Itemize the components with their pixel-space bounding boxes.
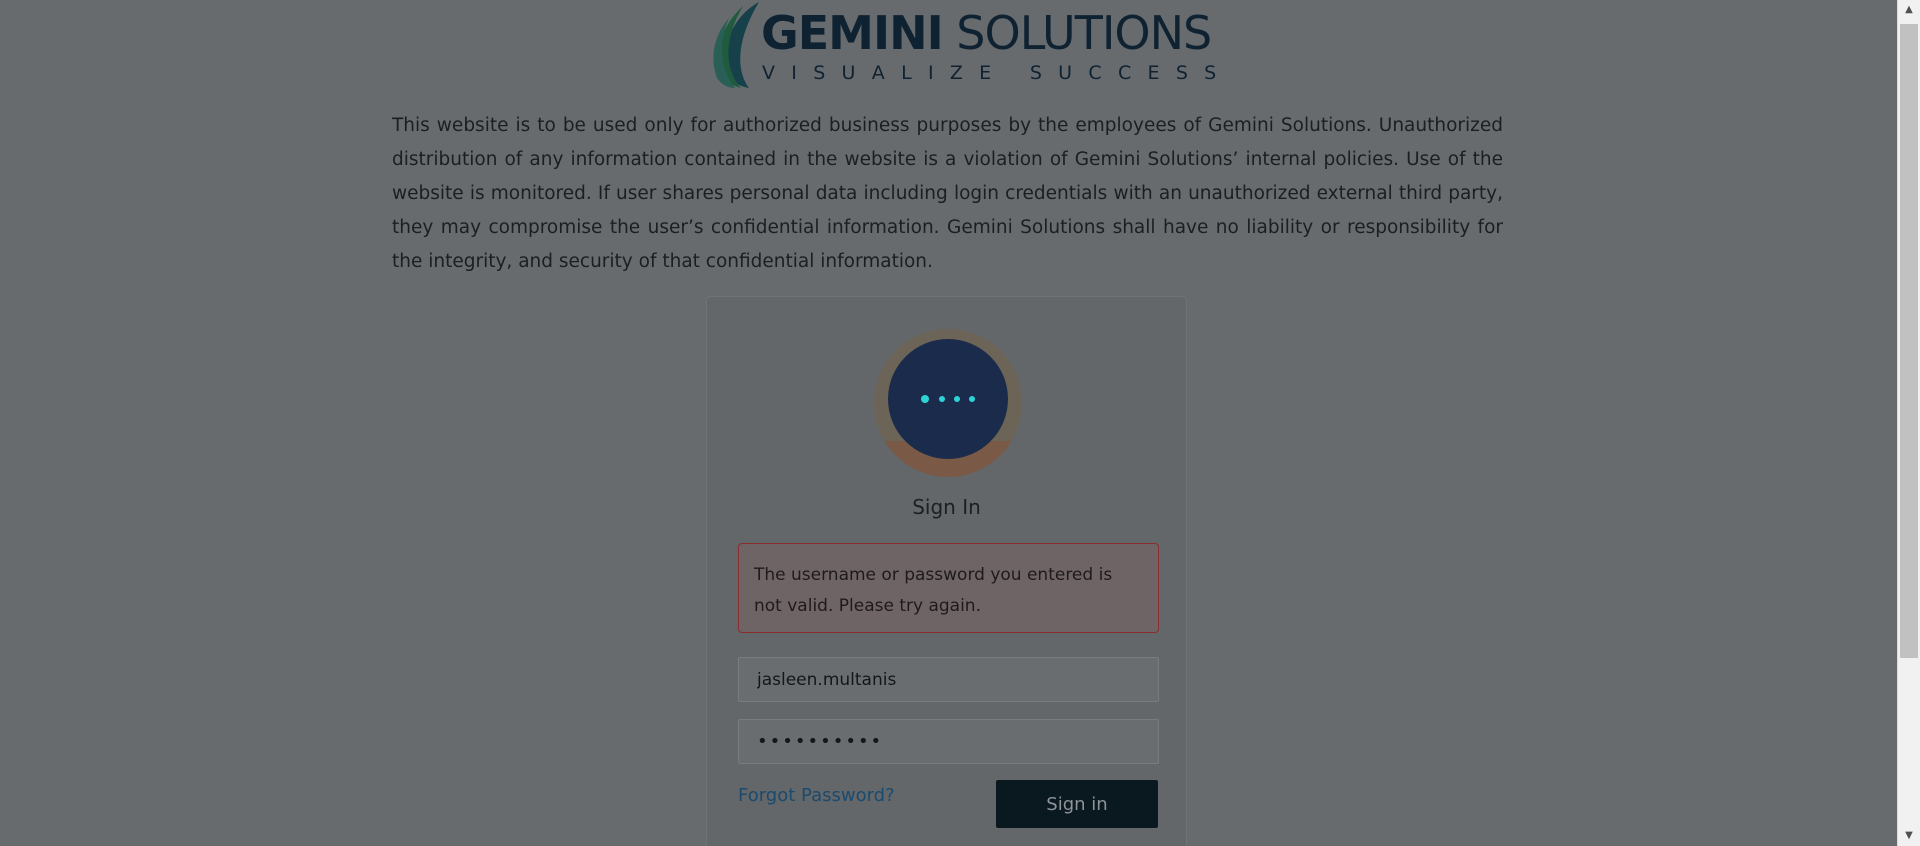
loading-dots-icon <box>888 339 1008 459</box>
password-input[interactable] <box>738 719 1159 764</box>
sign-in-title: Sign In <box>912 495 981 519</box>
logo-brand-solutions: SOLUTIONS <box>942 6 1212 60</box>
error-alert: The username or password you entered is … <box>738 543 1159 633</box>
loading-dot <box>921 395 929 403</box>
loading-dot <box>969 396 975 402</box>
disclaimer-text: This website is to be used only for auth… <box>392 115 1503 272</box>
loading-dot <box>954 396 960 402</box>
logo-brand-text: GEMINI SOLUTIONS <box>761 10 1212 56</box>
login-card: Sign In The username or password you ent… <box>706 296 1187 846</box>
leaf-logo-icon <box>713 2 759 88</box>
company-logo: GEMINI SOLUTIONS VISUALIZE SUCCESS <box>705 0 1216 90</box>
logo-brand-gemini: GEMINI <box>761 6 944 60</box>
scroll-down-arrow-icon[interactable]: ▼ <box>1898 826 1920 846</box>
scroll-up-arrow-icon[interactable]: ▲ <box>1898 0 1920 20</box>
scrollbar-thumb[interactable] <box>1900 24 1918 658</box>
sign-in-button[interactable]: Sign in <box>996 780 1158 828</box>
forgot-password-link[interactable]: Forgot Password? <box>738 785 895 806</box>
page: GEMINI SOLUTIONS VISUALIZE SUCCESS This … <box>0 0 1900 846</box>
error-message: The username or password you entered is … <box>754 565 1113 616</box>
vertical-scrollbar[interactable]: ▲ ▼ <box>1897 0 1920 846</box>
loading-dot <box>939 396 945 402</box>
username-input[interactable] <box>738 657 1159 702</box>
logo-tagline: VISUALIZE SUCCESS <box>762 62 1233 84</box>
avatar <box>874 329 1022 477</box>
